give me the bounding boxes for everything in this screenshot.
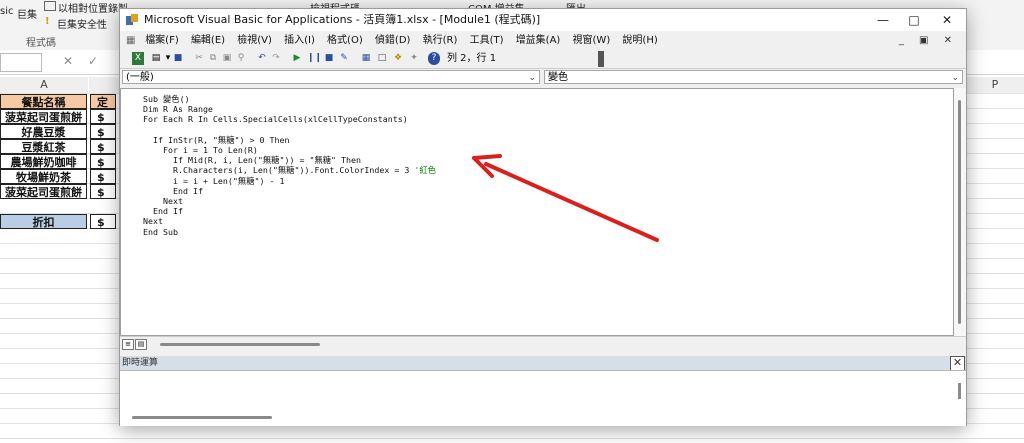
annotation-arrow — [472, 154, 659, 242]
